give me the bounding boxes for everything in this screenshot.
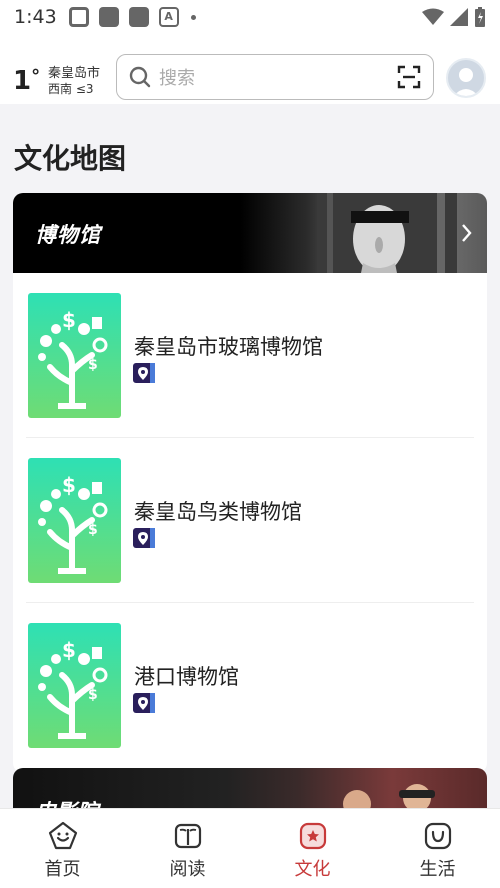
home-icon [48, 821, 77, 850]
nav-label-home: 首页 [44, 859, 81, 880]
degree-symbol: ° [31, 66, 41, 87]
app-notification-icon [98, 7, 119, 27]
nav-item-life[interactable]: 生活 [375, 809, 500, 888]
money-tree-icon: $ $ [38, 638, 108, 739]
svg-text:$: $ [62, 638, 76, 662]
page-title: 文化地图 [14, 142, 127, 175]
user-avatar-icon [453, 68, 479, 96]
chevron-right-icon[interactable] [459, 219, 475, 247]
font-notification-icon: A [158, 7, 179, 27]
temperature-value: 1 [13, 66, 32, 96]
museum-section-title: 博物馆 [35, 223, 101, 247]
svg-text:$: $ [88, 357, 98, 373]
life-bag-icon [424, 822, 451, 850]
more-notifications-dot-icon [190, 14, 196, 20]
search-input[interactable]: 搜索 [116, 54, 434, 100]
top-header: 1° 秦皇岛市 西南 ≤3 搜索 [0, 34, 500, 104]
museum-name: 港口博物馆 [134, 665, 239, 689]
list-item[interactable]: $ $ 秦皇岛鸟类博物馆 [13, 438, 487, 603]
nav-item-read[interactable]: 阅读 [125, 809, 250, 888]
nav-item-culture[interactable]: 文化 [250, 809, 375, 888]
status-time: 1:43 [14, 6, 57, 28]
bottom-nav: 首页 阅读 文化 生活 [0, 808, 500, 888]
museum-thumbnail: $ $ [28, 458, 121, 583]
museum-thumbnail: $ $ [28, 623, 121, 748]
culture-star-icon [299, 822, 326, 850]
svg-text:$: $ [62, 473, 76, 497]
scan-icon[interactable] [397, 65, 421, 89]
avatar[interactable] [446, 58, 486, 98]
museum-card: 博物馆 $ $ 秦皇岛市玻璃博物馆 $ $ 秦皇岛鸟类博物馆 $ $ 港口博物馆 [13, 193, 487, 773]
money-tree-icon: $ $ [38, 308, 108, 409]
weather-temperature[interactable]: 1° [13, 66, 40, 96]
museum-thumbnail: $ $ [28, 293, 121, 418]
book-icon [174, 823, 201, 849]
svg-text:$: $ [88, 522, 98, 538]
app-notification-icon-2 [128, 7, 149, 27]
location-pin-icon [133, 528, 155, 548]
svg-text:$: $ [88, 687, 98, 703]
battery-icon [475, 7, 485, 27]
museum-name: 秦皇岛鸟类博物馆 [134, 500, 302, 524]
svg-text:$: $ [62, 308, 76, 332]
nav-item-home[interactable]: 首页 [0, 809, 125, 888]
money-tree-icon: $ $ [38, 473, 108, 574]
location-pin-icon [133, 693, 155, 713]
nav-label-life: 生活 [419, 859, 456, 880]
search-icon [129, 66, 151, 88]
list-item[interactable]: $ $ 港口博物馆 [13, 603, 487, 768]
museum-name: 秦皇岛市玻璃博物馆 [134, 335, 323, 359]
museum-banner[interactable]: 博物馆 [13, 193, 487, 273]
signal-icon [450, 8, 468, 26]
location-pin-icon [133, 363, 155, 383]
weather-wind: 西南 ≤3 [48, 82, 94, 96]
wifi-icon [422, 8, 444, 25]
status-bar: 1:43 A [0, 0, 500, 34]
search-placeholder: 搜索 [159, 68, 195, 89]
list-item[interactable]: $ $ 秦皇岛市玻璃博物馆 [13, 273, 487, 438]
nav-label-culture: 文化 [294, 859, 331, 880]
gallery-notification-icon [68, 7, 89, 27]
weather-city: 秦皇岛市 [48, 66, 101, 81]
statue-banner-image-icon [317, 193, 457, 273]
nav-label-read: 阅读 [169, 859, 206, 880]
